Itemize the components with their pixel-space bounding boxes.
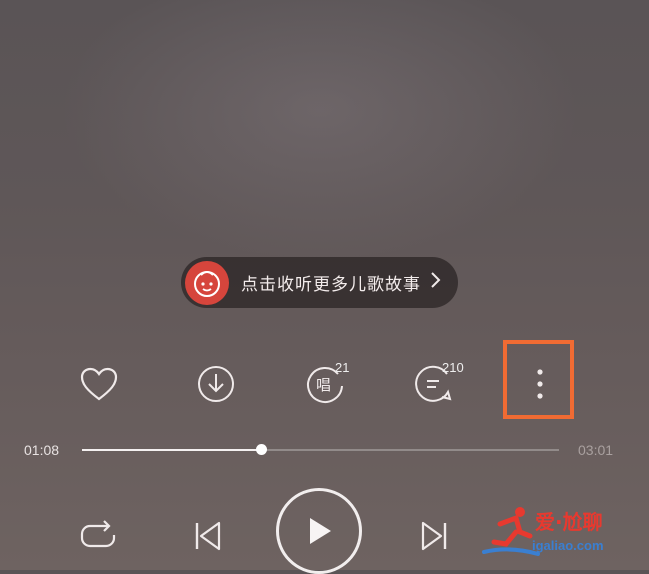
download-button[interactable]	[186, 354, 246, 414]
like-button[interactable]	[69, 354, 129, 414]
comment-count: 210	[442, 360, 464, 375]
promo-banner[interactable]: 点击收听更多儿歌故事	[181, 257, 458, 308]
heart-icon	[80, 367, 118, 401]
play-icon	[310, 518, 331, 544]
cover-backdrop	[60, 0, 580, 260]
repeat-button[interactable]	[72, 510, 124, 562]
highlight-annotation	[503, 340, 574, 419]
download-icon	[198, 366, 234, 402]
watermark: 爱·尬聊 igaliao.com	[480, 500, 645, 566]
next-button[interactable]	[408, 510, 460, 562]
progress-played	[82, 449, 261, 451]
previous-button[interactable]	[182, 510, 234, 562]
skip-previous-icon	[195, 521, 221, 551]
sing-button[interactable]: 唱 21	[295, 354, 355, 414]
repeat-icon	[80, 520, 116, 548]
runner-logo-icon	[482, 507, 540, 556]
skip-next-icon	[421, 521, 447, 551]
promo-text: 点击收听更多儿歌故事	[241, 275, 421, 295]
chevron-right-icon	[429, 271, 441, 294]
elapsed-time: 01:08	[24, 442, 60, 458]
total-time: 03:01	[578, 442, 614, 458]
sing-label: 唱	[316, 376, 331, 394]
comment-button[interactable]: 210	[404, 354, 464, 414]
sing-count: 21	[335, 360, 350, 375]
play-button[interactable]	[276, 488, 362, 574]
watermark-url: igaliao.com	[532, 538, 604, 553]
progress-thumb[interactable]	[256, 444, 267, 455]
watermark-text: 爱·尬聊	[535, 510, 603, 534]
kid-face-icon	[185, 260, 229, 305]
